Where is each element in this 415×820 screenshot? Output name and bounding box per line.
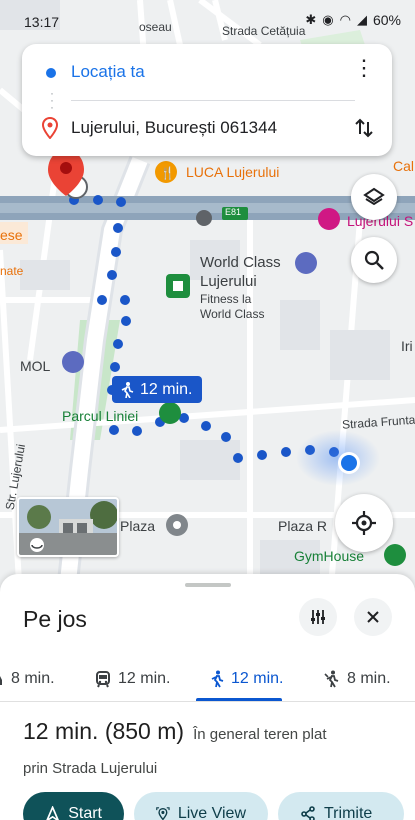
map-label-poi-sub: Fitness la: [200, 292, 252, 306]
travel-mode-tabs: 8 min. 12 min. 12 min. 8 min.: [0, 656, 415, 702]
tab-label: 8 min.: [11, 670, 55, 687]
map-label-poi: nate: [0, 264, 24, 278]
map-label-poi-name[interactable]: Lujerului: [200, 273, 257, 290]
route-via: prin Strada Lujerului: [23, 760, 158, 777]
map-label-poi[interactable]: Parcul Liniei: [62, 408, 138, 424]
destination-field[interactable]: Lujerului, București 061344: [71, 118, 277, 138]
directions-bottom-sheet: Pe jos 8 min. 12 min. 12 min. 8 min. 12 …: [0, 574, 415, 820]
my-location-icon: [352, 511, 376, 535]
map-label-poi: Iri: [401, 338, 413, 354]
live-view-button[interactable]: Live View: [134, 792, 268, 820]
origin-field[interactable]: Locația ta: [71, 62, 145, 82]
origin-dot-icon: [46, 68, 56, 78]
status-time: 13:17: [24, 14, 60, 30]
walk-icon: [121, 381, 134, 398]
signal-icon: ◢: [356, 12, 367, 27]
tab-ride-hailing[interactable]: 8 min.: [324, 656, 391, 702]
my-location-dot: [341, 455, 357, 471]
sheet-drag-handle[interactable]: [185, 583, 231, 587]
live-view-icon: [156, 807, 170, 820]
transit-icon: [96, 671, 110, 688]
close-icon: [367, 611, 379, 623]
close-button[interactable]: [354, 598, 392, 636]
share-label: Trimite: [324, 805, 373, 820]
directions-card: Locația ta · · · Lujerului, București 0613…: [22, 44, 392, 156]
bluetooth-icon: ✱: [305, 12, 317, 27]
map-view[interactable]: 🍴 Strada Cetățuia oseau LUCA Lujerului C…: [0, 0, 415, 600]
tab-transit[interactable]: 12 min.: [95, 656, 170, 702]
map-label-poi[interactable]: Plaza: [120, 518, 155, 534]
map-label-poi: Cal: [393, 158, 415, 174]
route-options-button[interactable]: [299, 598, 337, 636]
route-connector-icon: · · ·: [50, 86, 54, 114]
tab-label: 12 min.: [118, 670, 171, 687]
active-tab-indicator: [196, 698, 282, 701]
map-label-poi-sub: World Class: [200, 307, 265, 321]
tab-label: 8 min.: [347, 670, 391, 687]
map-label-poi[interactable]: MOL: [20, 358, 50, 374]
start-label: Start: [68, 805, 102, 820]
layers-icon: [363, 187, 385, 206]
travel-mode-title: Pe jos: [23, 606, 87, 632]
start-button[interactable]: Start: [23, 792, 124, 820]
location-icon: ◉: [322, 12, 334, 27]
tune-icon: [311, 610, 325, 624]
share-button[interactable]: Trimite: [278, 792, 404, 820]
route-duration-chip[interactable]: 12 min.: [112, 376, 203, 403]
tab-label: 12 min.: [231, 670, 284, 687]
map-label-poi: ese: [0, 227, 23, 243]
car-icon: [0, 676, 2, 685]
route-terrain-note: În general teren plat: [193, 726, 327, 743]
more-options-icon[interactable]: ⋮: [352, 57, 376, 79]
wifi-icon: ◠: [339, 12, 351, 27]
road-shield-label: E81: [225, 207, 242, 217]
route-duration-distance: 12 min. (850 m): [23, 718, 185, 744]
tab-walking[interactable]: 12 min.: [210, 656, 283, 702]
navigation-arrow-icon: [46, 806, 59, 820]
ride-hailing-icon: [324, 670, 339, 688]
walk-icon: [211, 670, 224, 688]
battery-level: 60%: [372, 12, 401, 28]
map-label-poi[interactable]: Plaza R: [278, 518, 327, 534]
live-view-label: Live View: [177, 805, 246, 820]
layers-button[interactable]: [351, 174, 397, 220]
search-button[interactable]: [351, 237, 397, 283]
divider: [71, 100, 355, 101]
share-icon: [301, 806, 315, 820]
route-duration-label: 12 min.: [140, 380, 193, 398]
search-icon: [364, 250, 384, 270]
destination-pin-icon: [42, 117, 58, 139]
swap-directions-icon[interactable]: [352, 116, 376, 140]
route-summary: 12 min. (850 m) În general teren plat: [23, 718, 327, 745]
svg-text:🍴: 🍴: [160, 166, 175, 180]
tab-driving[interactable]: 8 min.: [0, 656, 55, 702]
street-view-thumbnail[interactable]: [17, 497, 119, 557]
map-label-poi-name[interactable]: World Class: [200, 254, 281, 271]
status-bar: 13:17 ✱ ◉ ◠ ◢ 60%: [0, 0, 415, 44]
action-buttons: Start Live View Trimite: [23, 792, 404, 820]
recenter-button[interactable]: [335, 494, 393, 552]
map-label-poi[interactable]: LUCA Lujerului: [186, 164, 279, 180]
